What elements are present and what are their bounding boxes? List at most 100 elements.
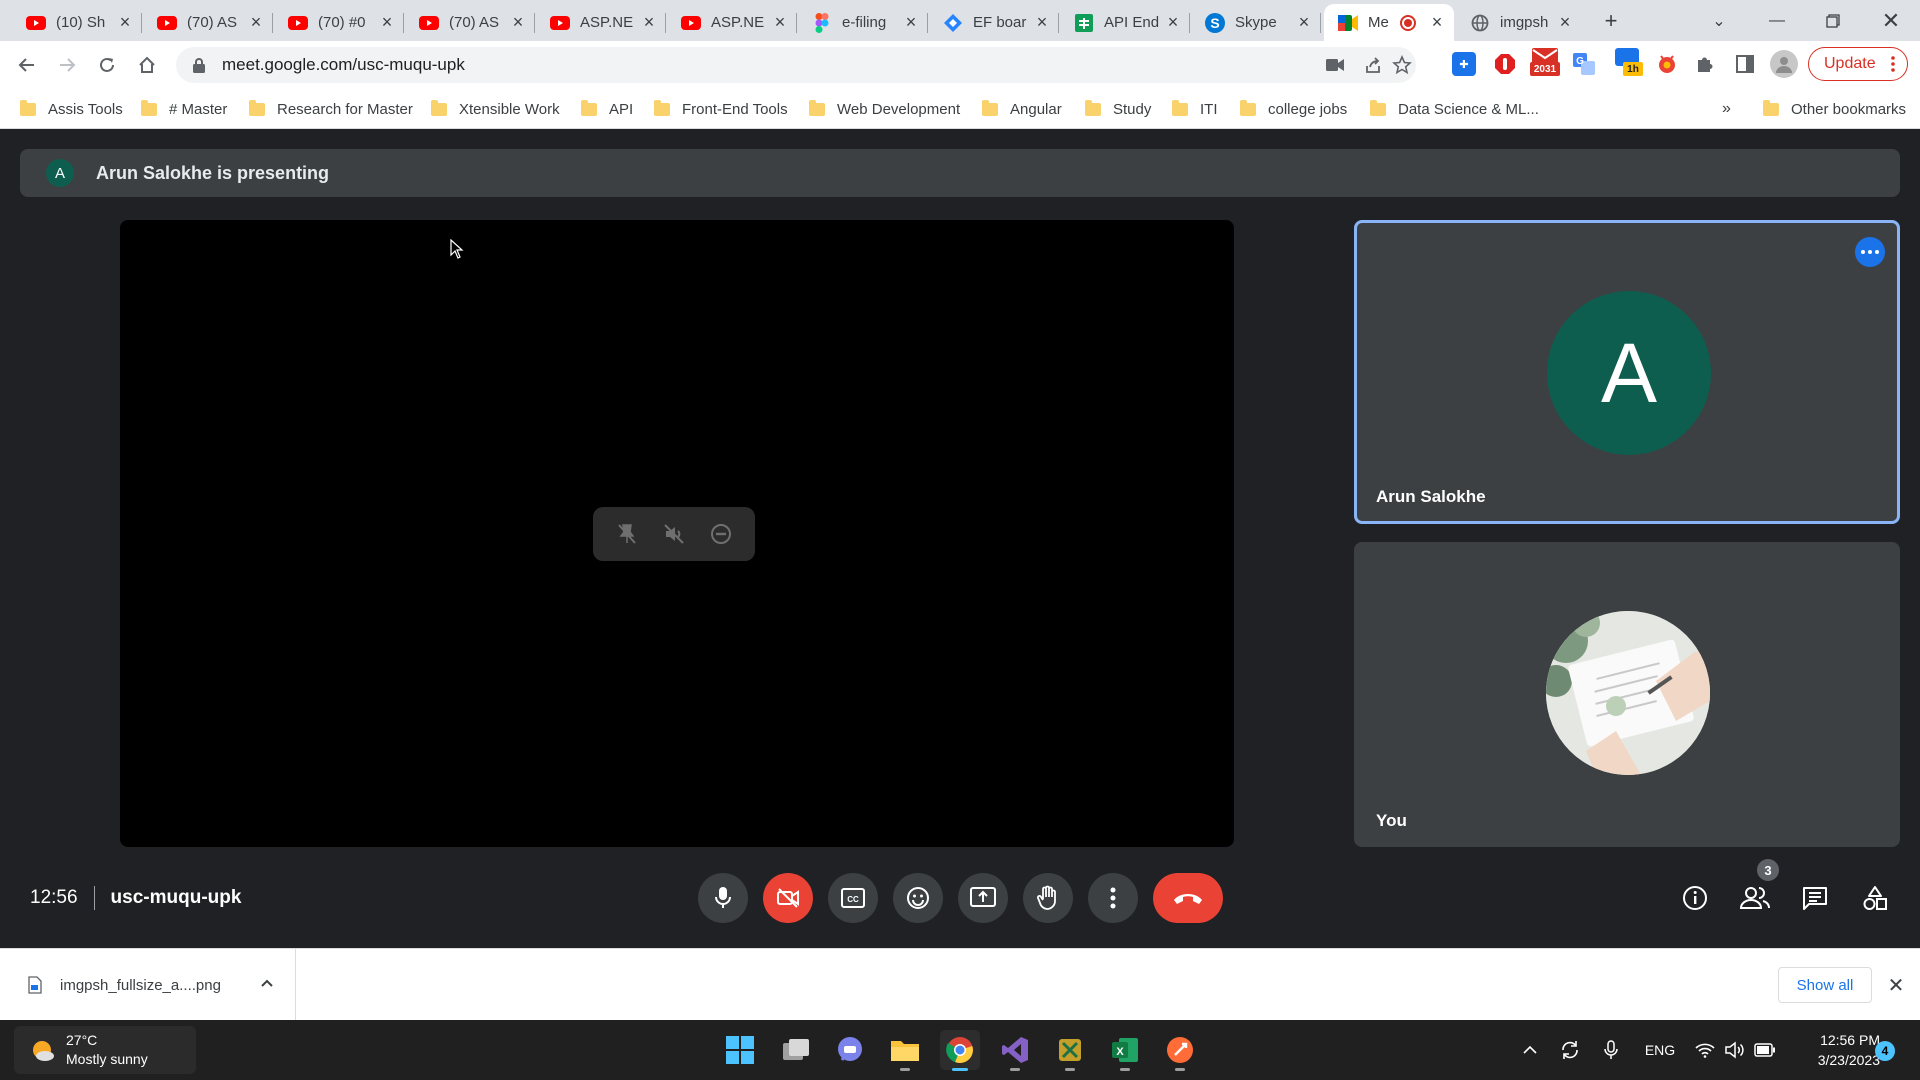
browser-tab-active[interactable]: Me ×	[1324, 4, 1454, 41]
people-button[interactable]	[1736, 879, 1774, 917]
minimize-button[interactable]: —	[1760, 6, 1794, 36]
browser-tab[interactable]: API End ×	[1060, 4, 1190, 41]
browser-tab[interactable]: imgpsh ×	[1456, 4, 1582, 41]
home-button[interactable]	[131, 49, 163, 81]
more-options-icon[interactable]	[1855, 237, 1885, 267]
close-icon[interactable]: ×	[247, 12, 265, 32]
browser-tab[interactable]: (70) AS ×	[405, 4, 535, 41]
profile-avatar[interactable]	[1770, 50, 1798, 78]
bookmark-folder[interactable]: college jobs	[1240, 98, 1347, 120]
bookmark-folder[interactable]: Study	[1085, 98, 1151, 120]
excel-app[interactable]: X	[1105, 1030, 1145, 1071]
star-icon[interactable]	[1391, 54, 1413, 76]
browser-tab[interactable]: ASP.NE ×	[667, 4, 797, 41]
unpin-icon[interactable]	[612, 519, 642, 549]
weather-widget[interactable]: 27°C Mostly sunny	[14, 1026, 196, 1074]
close-icon[interactable]: ×	[1295, 12, 1313, 32]
volume-icon[interactable]	[1724, 1038, 1746, 1062]
leave-call-button[interactable]	[1153, 873, 1223, 923]
chat-button[interactable]	[1796, 879, 1834, 917]
camera-off-button[interactable]	[763, 873, 813, 923]
adblock-icon[interactable]	[1493, 52, 1517, 76]
close-icon[interactable]: ×	[1033, 12, 1051, 32]
present-now-button[interactable]	[958, 873, 1008, 923]
participant-tile-you[interactable]: You	[1354, 542, 1900, 847]
chevron-up-icon[interactable]	[258, 975, 276, 993]
new-tab-button[interactable]: +	[1594, 6, 1628, 36]
translate-icon[interactable]: G	[1572, 52, 1596, 76]
close-window-button[interactable]: ✕	[1874, 6, 1908, 36]
microphone-tray-icon[interactable]	[1601, 1038, 1621, 1062]
wifi-icon[interactable]	[1694, 1038, 1716, 1062]
download-item[interactable]: imgpsh_fullsize_a....png	[0, 949, 296, 1021]
reactions-button[interactable]	[893, 873, 943, 923]
puzzle-extensions-icon[interactable]	[1693, 52, 1717, 76]
close-icon[interactable]: ×	[1556, 12, 1574, 32]
browser-tab[interactable]: S Skype ×	[1191, 4, 1321, 41]
browser-tab[interactable]: ASP.NE ×	[536, 4, 666, 41]
bookmark-folder[interactable]: Research for Master	[249, 98, 413, 120]
visual-studio-app[interactable]	[995, 1030, 1035, 1071]
kebab-menu-icon[interactable]	[1891, 56, 1895, 72]
teams-chat-app[interactable]	[830, 1030, 870, 1070]
other-bookmarks-folder[interactable]: Other bookmarks	[1763, 98, 1906, 120]
tab-search-chevron-icon[interactable]: ⌄	[1702, 6, 1736, 36]
mute-audio-icon[interactable]	[659, 519, 689, 549]
browser-tab[interactable]: EF boar ×	[929, 4, 1059, 41]
file-explorer-app[interactable]	[885, 1030, 925, 1071]
bookmark-folder[interactable]: API	[581, 98, 633, 120]
address-bar[interactable]: meet.google.com/usc-muqu-upk	[176, 47, 1416, 83]
bookmark-folder[interactable]: Assis Tools	[20, 98, 123, 120]
task-view-button[interactable]	[776, 1030, 816, 1070]
camera-icon[interactable]	[1324, 54, 1346, 76]
raise-hand-button[interactable]	[1023, 873, 1073, 923]
system-clock[interactable]: 12:56 PM 3/23/2023	[1780, 1030, 1880, 1070]
browser-tab[interactable]: (10) Sh ×	[12, 4, 142, 41]
postman-app[interactable]	[1160, 1030, 1200, 1071]
start-button[interactable]	[720, 1030, 760, 1070]
bookmark-folder[interactable]: Data Science & ML...	[1370, 98, 1539, 120]
browser-tab[interactable]: (70) #0 ×	[274, 4, 404, 41]
close-icon[interactable]: ×	[509, 12, 527, 32]
activities-button[interactable]	[1856, 879, 1894, 917]
bookmark-folder[interactable]: Front-End Tools	[654, 98, 788, 120]
meeting-details-button[interactable]	[1676, 879, 1714, 917]
bookmark-folder[interactable]: ITI	[1172, 98, 1218, 120]
browser-tab[interactable]: (70) AS ×	[143, 4, 273, 41]
show-all-button[interactable]: Show all	[1778, 967, 1872, 1003]
bookmark-folder[interactable]: # Master	[141, 98, 227, 120]
close-icon[interactable]: ×	[378, 12, 396, 32]
close-icon[interactable]: ×	[1428, 12, 1446, 32]
close-shelf-icon[interactable]: ✕	[1884, 973, 1908, 997]
close-icon[interactable]: ×	[116, 12, 134, 32]
browser-tab[interactable]: e-filing ×	[798, 4, 928, 41]
share-icon[interactable]	[1362, 54, 1384, 76]
bookmarks-overflow-button[interactable]: »	[1722, 98, 1731, 120]
bookmark-folder[interactable]: Angular	[982, 98, 1062, 120]
bookmark-folder[interactable]: Web Development	[809, 98, 960, 120]
microphone-button[interactable]	[698, 873, 748, 923]
timer-extension-icon[interactable]: 1h	[1613, 48, 1643, 76]
close-icon[interactable]: ×	[1164, 12, 1182, 32]
more-options-button[interactable]	[1088, 873, 1138, 923]
sync-icon[interactable]	[1558, 1038, 1582, 1062]
participant-tile-arun[interactable]: A Arun Salokhe	[1354, 220, 1900, 524]
snipping-tool-app[interactable]	[1050, 1030, 1090, 1071]
bug-extension-icon[interactable]	[1655, 52, 1679, 76]
language-indicator[interactable]: ENG	[1644, 1038, 1676, 1062]
gmail-counter-icon[interactable]: 2031	[1530, 48, 1560, 76]
restore-button[interactable]	[1816, 6, 1850, 36]
extension-plus-icon[interactable]: ✚	[1452, 52, 1476, 76]
forward-button[interactable]	[51, 49, 83, 81]
back-button[interactable]	[11, 49, 43, 81]
close-icon[interactable]: ×	[902, 12, 920, 32]
chevron-up-icon[interactable]	[1520, 1038, 1540, 1062]
url-text[interactable]: meet.google.com/usc-muqu-upk	[222, 55, 465, 75]
captions-button[interactable]: CC	[828, 873, 878, 923]
chrome-app[interactable]	[940, 1030, 980, 1071]
remove-icon[interactable]	[706, 519, 736, 549]
close-icon[interactable]: ×	[640, 12, 658, 32]
notification-count-badge[interactable]: 4	[1875, 1041, 1895, 1061]
screen-share-view[interactable]	[120, 220, 1234, 847]
side-panel-icon[interactable]	[1733, 52, 1757, 76]
